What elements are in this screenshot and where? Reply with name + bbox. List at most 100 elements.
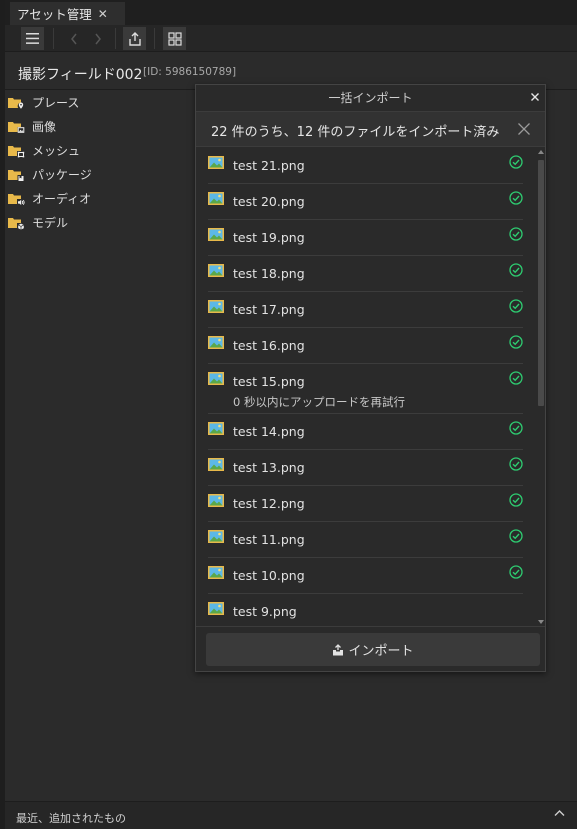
tab-asset-manager[interactable]: アセット管理 ✕	[10, 2, 125, 25]
scroll-thumb[interactable]	[538, 160, 544, 406]
file-row: test 17.png	[208, 292, 523, 328]
bulk-import-dialog: 一括インポート 22 件のうち、12 件のファイルをインポート済み test 2…	[195, 84, 546, 672]
image-file-icon	[208, 156, 224, 169]
check-circle-icon	[509, 493, 523, 507]
import-button[interactable]: インポート	[206, 633, 540, 666]
audio-folder-icon	[8, 192, 25, 206]
image-file-icon	[208, 602, 224, 615]
scroll-up-icon[interactable]	[538, 150, 544, 154]
dialog-close-icon[interactable]	[528, 90, 542, 104]
file-row: test 20.png	[208, 184, 523, 220]
grid-view-button[interactable]	[163, 27, 186, 50]
file-list-scrollbar[interactable]	[537, 148, 545, 626]
experience-id: [ID: 5986150789]	[143, 66, 237, 78]
page-title: 撮影フィールド002	[18, 67, 143, 83]
file-row: test 21.png	[208, 148, 523, 184]
file-name: test 11.png	[233, 532, 305, 547]
import-status-bar: 22 件のうち、12 件のファイルをインポート済み	[196, 111, 545, 147]
check-circle-icon	[509, 565, 523, 579]
sidebar-item-label: パッケージ	[32, 167, 92, 182]
file-name: test 20.png	[233, 194, 305, 209]
file-row: test 18.png	[208, 256, 523, 292]
bulk-import-button[interactable]	[123, 27, 146, 50]
tab-label: アセット管理	[17, 7, 92, 22]
check-circle-icon	[509, 191, 523, 205]
package-folder-icon	[8, 168, 25, 182]
sidebar-item-images[interactable]: 画像	[5, 114, 205, 138]
image-file-icon	[208, 566, 224, 579]
recently-added-label: 最近、追加されたもの	[16, 812, 126, 825]
file-row: test 12.png	[208, 486, 523, 522]
file-status-note: 0 秒以内にアップロードを再試行	[233, 395, 405, 409]
import-file-list[interactable]: test 21.png test 20.png test 19.png test 18…	[196, 148, 545, 626]
hamburger-icon	[26, 33, 39, 44]
recently-added-bar[interactable]: 最近、追加されたもの	[5, 801, 577, 829]
file-row: test 9.png	[208, 594, 523, 626]
forward-button[interactable]	[86, 27, 109, 50]
upload-icon	[128, 31, 141, 46]
import-status-text: 22 件のうち、12 件のファイルをインポート済み	[211, 125, 500, 140]
file-name: test 17.png	[233, 302, 305, 317]
dialog-title: 一括インポート	[328, 91, 413, 105]
sidebar-item-label: モデル	[32, 215, 69, 230]
place-folder-icon	[8, 96, 25, 109]
check-circle-icon	[509, 421, 523, 435]
sidebar-item-label: プレース	[32, 95, 80, 110]
sidebar-item-models[interactable]: モデル	[5, 210, 205, 234]
tab-close-icon[interactable]: ✕	[98, 7, 108, 21]
sidebar-item-audio[interactable]: オーディオ	[5, 186, 205, 210]
file-name: test 15.png	[233, 374, 305, 389]
check-circle-icon	[509, 529, 523, 543]
chevron-up-icon[interactable]	[554, 809, 565, 817]
sidebar-item-place[interactable]: プレース	[5, 90, 205, 114]
sidebar-item-label: オーディオ	[32, 191, 92, 206]
image-folder-icon	[8, 120, 25, 133]
file-row: test 14.png	[208, 414, 523, 450]
sidebar-item-label: メッシュ	[32, 143, 81, 158]
import-button-label: インポート	[348, 644, 414, 659]
file-row: test 11.png	[208, 522, 523, 558]
check-circle-icon	[509, 335, 523, 349]
chevron-right-icon	[94, 33, 101, 44]
mesh-folder-icon	[8, 144, 25, 158]
file-name: test 9.png	[233, 604, 297, 619]
check-circle-icon	[509, 457, 523, 471]
image-file-icon	[208, 264, 224, 277]
file-row: test 19.png	[208, 220, 523, 256]
file-row: test 16.png	[208, 328, 523, 364]
image-file-icon	[208, 494, 224, 507]
import-icon	[333, 643, 344, 655]
file-row: test 13.png	[208, 450, 523, 486]
tab-bar: アセット管理 ✕	[5, 0, 577, 25]
dialog-footer: インポート	[196, 626, 545, 672]
file-row: test 15.png 0 秒以内にアップロードを再試行	[208, 364, 523, 414]
sidebar-item-packages[interactable]: パッケージ	[5, 162, 205, 186]
image-file-icon	[208, 372, 224, 385]
grid-icon	[167, 31, 182, 46]
toolbar	[5, 25, 577, 52]
file-name: test 18.png	[233, 266, 305, 281]
file-name: test 21.png	[233, 158, 305, 173]
image-file-icon	[208, 422, 224, 435]
dismiss-status-icon[interactable]	[517, 122, 531, 136]
sidebar-item-meshes[interactable]: メッシュ	[5, 138, 205, 162]
file-name: test 13.png	[233, 460, 305, 475]
file-row: test 10.png	[208, 558, 523, 594]
image-file-icon	[208, 336, 224, 349]
file-name: test 14.png	[233, 424, 305, 439]
asset-folder-tree: プレース 画像 メッシュ パッケージ オーディオ モデル	[5, 90, 205, 234]
file-name: test 16.png	[233, 338, 305, 353]
image-file-icon	[208, 192, 224, 205]
sidebar-item-label: 画像	[32, 119, 57, 134]
scroll-down-icon[interactable]	[538, 620, 544, 624]
image-file-icon	[208, 228, 224, 241]
check-circle-icon	[509, 299, 523, 313]
file-name: test 12.png	[233, 496, 305, 511]
check-circle-icon	[509, 227, 523, 241]
check-circle-icon	[509, 155, 523, 169]
check-circle-icon	[509, 371, 523, 385]
image-file-icon	[208, 300, 224, 313]
back-button[interactable]	[62, 27, 85, 50]
menu-button[interactable]	[21, 27, 44, 50]
image-file-icon	[208, 530, 224, 543]
